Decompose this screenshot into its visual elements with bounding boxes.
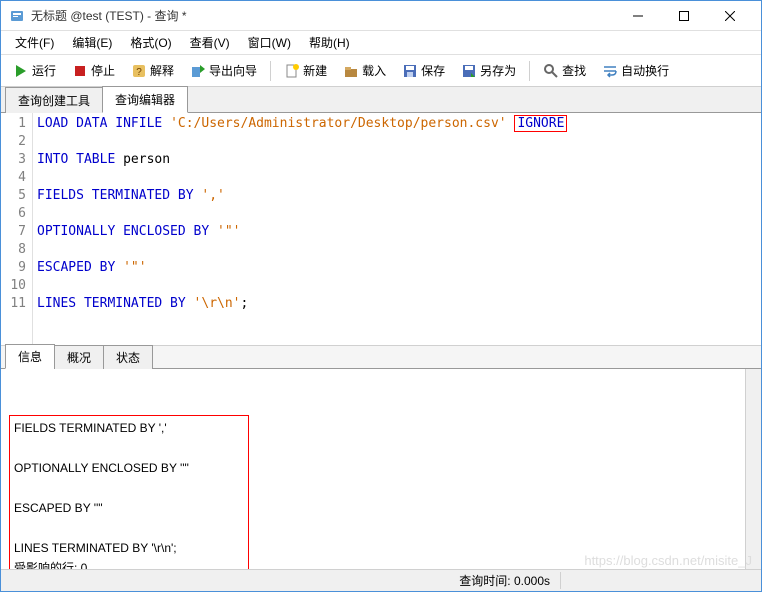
play-icon <box>13 63 29 79</box>
save-button[interactable]: 保存 <box>396 58 451 83</box>
new-button[interactable]: 新建 <box>278 58 333 83</box>
code-content[interactable]: LOAD DATA INFILE 'C:/Users/Administrator… <box>33 113 761 345</box>
find-label: 查找 <box>562 62 586 79</box>
statusbar: 查询时间: 0.000s <box>1 569 761 591</box>
stop-label: 停止 <box>91 62 115 79</box>
code-editor[interactable]: 1234567891011 LOAD DATA INFILE 'C:/Users… <box>1 113 761 345</box>
scrollbar[interactable] <box>745 369 761 569</box>
tab-query-builder[interactable]: 查询创建工具 <box>5 87 103 113</box>
wrap-icon <box>602 63 618 79</box>
tab-profile[interactable]: 概况 <box>54 345 104 369</box>
save-as-label: 另存为 <box>480 62 516 79</box>
load-icon <box>343 63 359 79</box>
wrap-label: 自动换行 <box>621 62 669 79</box>
load-label: 载入 <box>362 62 386 79</box>
minimize-button[interactable] <box>615 1 661 31</box>
export-label: 导出向导 <box>209 62 257 79</box>
results-tabs: 信息 概况 状态 <box>1 345 761 369</box>
search-icon <box>543 63 559 79</box>
line-gutter: 1234567891011 <box>1 113 33 345</box>
stop-button[interactable]: 停止 <box>66 58 121 83</box>
app-icon <box>9 8 25 24</box>
stop-icon <box>72 63 88 79</box>
save-as-icon <box>461 63 477 79</box>
export-wizard-button[interactable]: 导出向导 <box>184 58 263 83</box>
window-controls <box>615 1 753 31</box>
new-label: 新建 <box>303 62 327 79</box>
menu-file[interactable]: 文件(F) <box>7 31 62 54</box>
menu-help[interactable]: 帮助(H) <box>301 31 358 54</box>
auto-wrap-button[interactable]: 自动换行 <box>596 58 675 83</box>
editor-tabs: 查询创建工具 查询编辑器 <box>1 87 761 113</box>
tab-query-editor[interactable]: 查询编辑器 <box>102 86 188 113</box>
run-button[interactable]: 运行 <box>7 58 62 83</box>
save-label: 保存 <box>421 62 445 79</box>
close-button[interactable] <box>707 1 753 31</box>
load-button[interactable]: 载入 <box>337 58 392 83</box>
explain-icon: ? <box>131 63 147 79</box>
run-label: 运行 <box>32 62 56 79</box>
menu-window[interactable]: 窗口(W) <box>240 31 299 54</box>
find-button[interactable]: 查找 <box>537 58 592 83</box>
titlebar: 无标题 @test (TEST) - 查询 * <box>1 1 761 31</box>
results-pane: FIELDS TERMINATED BY ',' OPTIONALLY ENCL… <box>1 369 761 569</box>
window-title: 无标题 @test (TEST) - 查询 * <box>31 7 615 24</box>
menubar: 文件(F) 编辑(E) 格式(O) 查看(V) 窗口(W) 帮助(H) <box>1 31 761 55</box>
toolbar-separator <box>529 61 530 81</box>
toolbar-separator <box>270 61 271 81</box>
menu-view[interactable]: 查看(V) <box>182 31 238 54</box>
export-icon <box>190 63 206 79</box>
save-icon <box>402 63 418 79</box>
tab-status[interactable]: 状态 <box>103 345 153 369</box>
explain-button[interactable]: ? 解释 <box>125 58 180 83</box>
results-content[interactable]: FIELDS TERMINATED BY ',' OPTIONALLY ENCL… <box>1 369 745 569</box>
ignore-keyword-highlight: IGNORE <box>514 115 567 132</box>
menu-format[interactable]: 格式(O) <box>122 31 179 54</box>
explain-label: 解释 <box>150 62 174 79</box>
menu-edit[interactable]: 编辑(E) <box>64 31 120 54</box>
maximize-button[interactable] <box>661 1 707 31</box>
tab-info[interactable]: 信息 <box>5 344 55 369</box>
svg-text:?: ? <box>136 67 142 78</box>
results-highlight-box: FIELDS TERMINATED BY ',' OPTIONALLY ENCL… <box>9 415 249 569</box>
toolbar: 运行 停止 ? 解释 导出向导 新建 载入 保存 另存为 查找 自动换行 <box>1 55 761 87</box>
save-as-button[interactable]: 另存为 <box>455 58 522 83</box>
new-icon <box>284 63 300 79</box>
status-query-time: 查询时间: 0.000s <box>449 572 561 589</box>
